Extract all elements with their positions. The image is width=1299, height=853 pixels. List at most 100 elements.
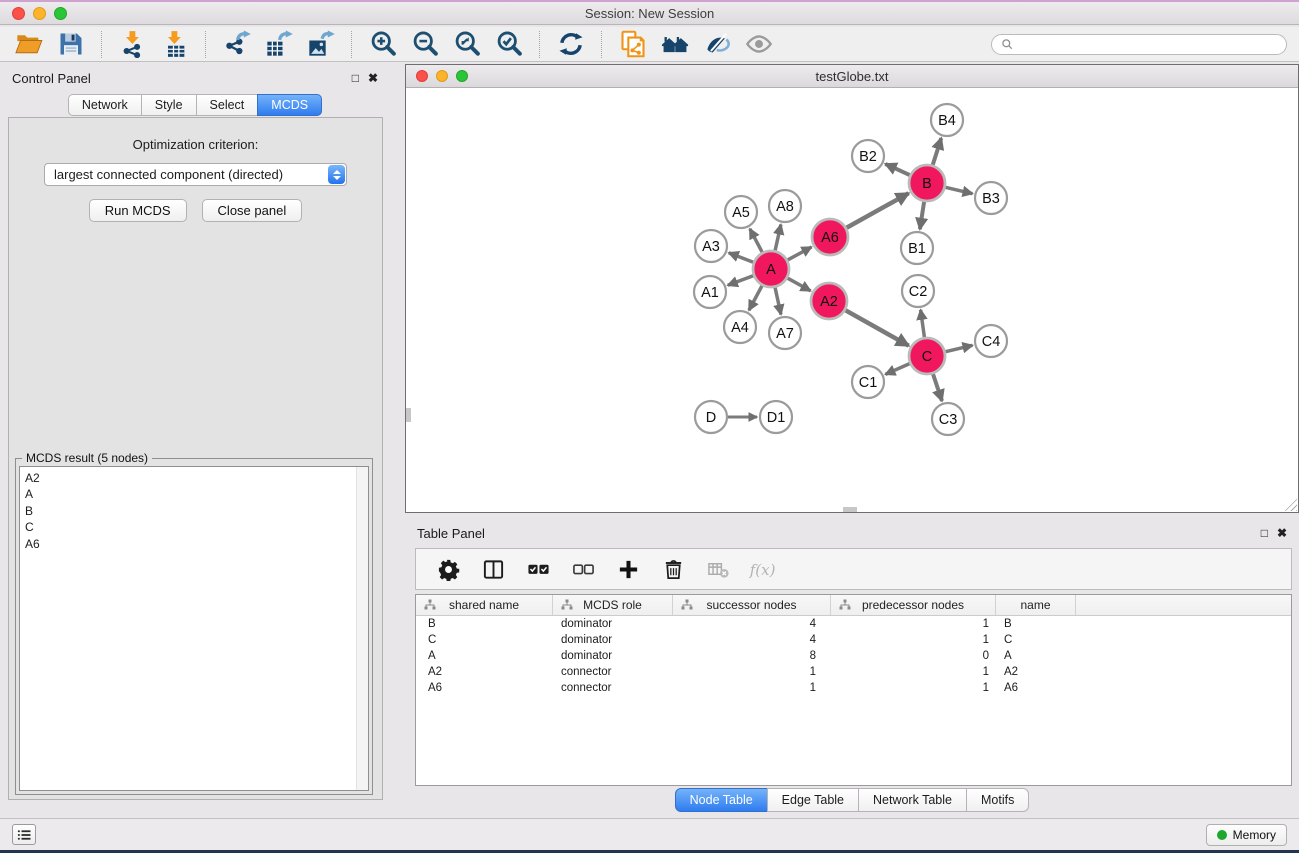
graph-node-C2[interactable]: C2 xyxy=(902,275,934,307)
graph-node-A8[interactable]: A8 xyxy=(769,190,801,222)
graph-node-B2[interactable]: B2 xyxy=(852,140,884,172)
graph-node-C3[interactable]: C3 xyxy=(932,403,964,435)
column-header-successors[interactable]: successor nodes xyxy=(673,595,831,615)
tab-network-table[interactable]: Network Table xyxy=(858,788,967,812)
graph-edge-A-A6[interactable] xyxy=(788,247,812,260)
save-session-button[interactable] xyxy=(54,29,87,59)
split-view-button[interactable] xyxy=(478,554,508,584)
search-box[interactable] xyxy=(991,34,1287,55)
graph-edge-B-B1[interactable] xyxy=(920,202,924,229)
tab-edge-table[interactable]: Edge Table xyxy=(767,788,859,812)
graph-edge-B-B4[interactable] xyxy=(933,138,942,165)
clone-network-button[interactable] xyxy=(616,29,649,59)
export-table-button[interactable] xyxy=(262,29,295,59)
select-all-button[interactable] xyxy=(523,554,553,584)
tab-node-table[interactable]: Node Table xyxy=(675,788,768,812)
import-table-button[interactable] xyxy=(158,29,191,59)
table-row[interactable]: A2connector11A2 xyxy=(416,664,1291,680)
zoom-out-button[interactable] xyxy=(408,29,441,59)
home-button[interactable] xyxy=(658,29,691,59)
run-mcds-button[interactable]: Run MCDS xyxy=(89,199,187,222)
close-table-panel-icon[interactable]: ✖ xyxy=(1277,527,1287,539)
graph-node-D1[interactable]: D1 xyxy=(760,401,792,433)
float-table-panel-icon[interactable]: □ xyxy=(1261,527,1268,539)
graph-node-A5[interactable]: A5 xyxy=(725,196,757,228)
mcds-result-list[interactable]: A2ABCA6 xyxy=(19,466,369,791)
graph-edge-C-C4[interactable] xyxy=(945,345,972,351)
network-window-titlebar[interactable]: testGlobe.txt xyxy=(406,65,1298,88)
graph-node-C4[interactable]: C4 xyxy=(975,325,1007,357)
graph-edge-A-A8[interactable] xyxy=(775,225,781,251)
close-panel-button[interactable]: Close panel xyxy=(202,199,303,222)
delete-column-button[interactable] xyxy=(658,554,688,584)
tab-network[interactable]: Network xyxy=(68,94,142,116)
column-header-name[interactable]: name xyxy=(996,595,1076,615)
graph-edge-A-A4[interactable] xyxy=(749,286,762,310)
graph-node-B4[interactable]: B4 xyxy=(931,104,963,136)
result-item[interactable]: C xyxy=(20,519,368,535)
graph-edge-A-A3[interactable] xyxy=(729,253,754,262)
graph-node-A7[interactable]: A7 xyxy=(769,317,801,349)
graph-node-A4[interactable]: A4 xyxy=(724,311,756,343)
table-row[interactable]: Adominator80A xyxy=(416,648,1291,664)
graph-edge-B-B2[interactable] xyxy=(885,164,909,175)
eye-button[interactable] xyxy=(742,29,775,59)
table-row[interactable]: Bdominator41B xyxy=(416,616,1291,632)
export-network-button[interactable] xyxy=(220,29,253,59)
result-item[interactable]: A xyxy=(20,486,368,502)
graph-node-A2[interactable]: A2 xyxy=(811,283,847,319)
table-settings-button[interactable] xyxy=(433,554,463,584)
task-history-button[interactable] xyxy=(12,824,36,845)
zoom-in-button[interactable] xyxy=(366,29,399,59)
tab-mcds[interactable]: MCDS xyxy=(257,94,322,116)
table-row[interactable]: Cdominator41C xyxy=(416,632,1291,648)
column-header-shared_name[interactable]: shared name xyxy=(416,595,553,615)
graph-node-B1[interactable]: B1 xyxy=(901,232,933,264)
tab-select[interactable]: Select xyxy=(196,94,259,116)
open-file-button[interactable] xyxy=(12,29,45,59)
graph-edge-C-C2[interactable] xyxy=(921,310,925,337)
column-header-mcds_role[interactable]: MCDS role xyxy=(553,595,673,615)
table-row[interactable]: A6connector11A6 xyxy=(416,680,1291,696)
graph-edge-B-B3[interactable] xyxy=(945,187,972,193)
result-scrollbar[interactable] xyxy=(356,467,368,790)
horizontal-scroll-thumb[interactable] xyxy=(843,507,857,512)
criterion-select[interactable]: largest connected component (directed) xyxy=(44,163,347,186)
graph-node-A1[interactable]: A1 xyxy=(694,276,726,308)
graph-node-C[interactable]: C xyxy=(909,338,945,374)
tab-style[interactable]: Style xyxy=(141,94,197,116)
graph-node-A[interactable]: A xyxy=(753,251,789,287)
graph-edge-A-A5[interactable] xyxy=(750,229,762,252)
graph-node-A6[interactable]: A6 xyxy=(812,219,848,255)
graph-node-C1[interactable]: C1 xyxy=(852,366,884,398)
graph-node-A3[interactable]: A3 xyxy=(695,230,727,262)
result-item[interactable]: A6 xyxy=(20,536,368,552)
result-item[interactable]: B xyxy=(20,503,368,519)
search-input[interactable] xyxy=(1019,37,1277,51)
graph-edge-A-A7[interactable] xyxy=(775,288,781,315)
refresh-button[interactable] xyxy=(554,29,587,59)
graph-edge-C-C3[interactable] xyxy=(933,374,942,401)
network-canvas[interactable]: B4 B2 B B3 A8 A5 A6 A3 B1 A C2 A1 A2 A4 A7 C4 C C1 D D1 C3 xyxy=(406,88,1298,512)
memory-button[interactable]: Memory xyxy=(1206,824,1287,846)
result-item[interactable]: A2 xyxy=(20,467,368,486)
graph-edge-C-C1[interactable] xyxy=(885,364,909,375)
import-network-button[interactable] xyxy=(116,29,149,59)
add-column-button[interactable] xyxy=(613,554,643,584)
graph-edge-A-A1[interactable] xyxy=(728,276,753,286)
graph-node-B3[interactable]: B3 xyxy=(975,182,1007,214)
zoom-fit-button[interactable] xyxy=(450,29,483,59)
tab-motifs[interactable]: Motifs xyxy=(966,788,1029,812)
graph-node-D[interactable]: D xyxy=(695,401,727,433)
close-panel-icon[interactable]: ✖ xyxy=(368,72,378,84)
float-panel-icon[interactable]: □ xyxy=(352,72,359,84)
graph-node-B[interactable]: B xyxy=(909,165,945,201)
vertical-scroll-thumb[interactable] xyxy=(406,408,411,422)
graph-edge-A2-C[interactable] xyxy=(846,310,909,345)
graph-edge-A-A2[interactable] xyxy=(788,278,811,291)
graph-edge-A6-B[interactable] xyxy=(847,193,909,228)
column-header-predecessors[interactable]: predecessor nodes xyxy=(831,595,996,615)
zoom-selected-button[interactable] xyxy=(492,29,525,59)
export-image-button[interactable] xyxy=(304,29,337,59)
deselect-all-button[interactable] xyxy=(568,554,598,584)
